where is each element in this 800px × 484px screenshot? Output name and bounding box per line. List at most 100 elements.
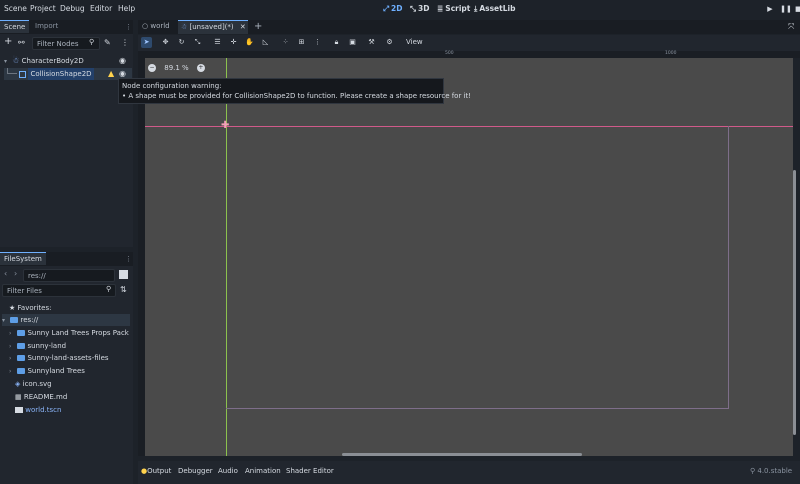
canvas-toolbar: ➤ ✥ ↻ ⤡ ☰ ✛ ✋ ◺ ⁘ ⊞ ⋮ 🔒︎ ▣ ⚒ ⚙ View bbox=[138, 35, 800, 51]
file-row[interactable]: ▦ README.md bbox=[15, 391, 67, 403]
lock-icon[interactable]: 🔒︎ bbox=[331, 37, 342, 48]
canvas-viewport[interactable]: ✚ bbox=[145, 58, 793, 456]
folder-row[interactable]: › sunny-land bbox=[9, 340, 66, 352]
chevron-right-icon: › bbox=[9, 355, 12, 362]
workspace-3d-button[interactable]: ⤡ 3D bbox=[410, 4, 429, 14]
split-view-icon[interactable] bbox=[119, 270, 128, 279]
visibility-eye-icon[interactable]: ◉ bbox=[119, 55, 126, 67]
tab-shader-editor[interactable]: Shader Editor bbox=[286, 467, 334, 475]
tab-filesystem[interactable]: FileSystem bbox=[0, 252, 46, 265]
add-scene-tab-icon[interactable]: + bbox=[254, 21, 262, 32]
tab-scene[interactable]: Scene bbox=[0, 20, 30, 33]
view-menu-button[interactable]: View bbox=[406, 38, 423, 46]
folder-row[interactable]: › Sunny-land-assets-files bbox=[9, 352, 109, 364]
pivot-icon[interactable]: ✛ bbox=[228, 37, 239, 48]
zoom-in-icon[interactable]: + bbox=[196, 64, 205, 72]
distraction-free-icon[interactable]: ⤧ bbox=[788, 22, 794, 32]
folder-icon bbox=[17, 330, 26, 336]
folder-row[interactable]: › Sunnyland Trees bbox=[9, 365, 85, 377]
vertical-scrollbar[interactable] bbox=[793, 170, 796, 435]
script-icon: ≣ bbox=[437, 4, 444, 13]
file-row[interactable]: ◈ icon.svg bbox=[15, 378, 52, 390]
workspace-script-button[interactable]: ≣ Script bbox=[437, 4, 470, 13]
tooltip-title: Node configuration warning: bbox=[122, 82, 222, 90]
forward-arrow-icon[interactable]: › bbox=[14, 269, 17, 278]
workspace-2d-button[interactable]: ⤢ 2D bbox=[383, 4, 402, 14]
3d-icon: ⤡ bbox=[410, 4, 416, 13]
assetlib-icon: ⤓ bbox=[474, 4, 478, 13]
scene-menu-icon[interactable]: ⋮ bbox=[121, 38, 129, 47]
bottom-panel-bar: ●Output Debugger Audio Animation Shader … bbox=[138, 461, 800, 484]
camera-override-icon[interactable]: ⚙ bbox=[384, 37, 395, 48]
menu-debug[interactable]: Debug bbox=[60, 4, 85, 13]
move-mode-icon[interactable]: ✥ bbox=[160, 37, 171, 48]
folder-icon bbox=[17, 355, 26, 361]
markdown-file-icon: ▦ bbox=[15, 393, 22, 401]
stop-icon[interactable]: ■ bbox=[795, 3, 800, 15]
scale-mode-icon[interactable]: ⤡ bbox=[192, 37, 203, 48]
tooltip-message: • A shape must be provided for Collision… bbox=[122, 92, 472, 100]
add-node-icon[interactable]: + bbox=[4, 37, 12, 47]
back-arrow-icon[interactable]: ‹ bbox=[4, 269, 7, 278]
origin-cross-icon: ✚ bbox=[221, 120, 230, 131]
list-select-icon[interactable]: ☰ bbox=[212, 37, 223, 48]
warning-icon[interactable]: ▲ bbox=[108, 68, 114, 80]
tab-audio[interactable]: Audio bbox=[218, 467, 238, 475]
filesystem-tabbar: FileSystem ⋮ bbox=[0, 252, 133, 266]
tree-connector bbox=[7, 68, 17, 74]
menu-project[interactable]: Project bbox=[30, 4, 56, 13]
search-icon: ⚲ bbox=[89, 38, 95, 46]
rotate-mode-icon[interactable]: ↻ bbox=[176, 37, 187, 48]
group-icon[interactable]: ▣ bbox=[347, 37, 358, 48]
scene-dock-tabbar: Scene Import ⋮ bbox=[0, 20, 133, 34]
menu-editor[interactable]: Editor bbox=[90, 4, 112, 13]
zoom-out-icon[interactable]: − bbox=[148, 64, 156, 72]
menu-scene[interactable]: Scene bbox=[4, 4, 27, 13]
res-root-row[interactable]: ▾ res:// bbox=[2, 314, 130, 326]
tab-animation[interactable]: Animation bbox=[245, 467, 281, 475]
pause-icon[interactable]: ❚❚ bbox=[780, 3, 792, 15]
grid-snap-icon[interactable]: ⊞ bbox=[296, 37, 307, 48]
close-icon[interactable]: ✕ bbox=[240, 23, 246, 31]
play-icon[interactable]: ▶ bbox=[764, 3, 776, 15]
sort-icon[interactable]: ⇅ bbox=[120, 285, 127, 294]
menu-help[interactable]: Help bbox=[118, 4, 135, 13]
godot-icon: ⚲ bbox=[750, 467, 756, 475]
favorites-row[interactable]: ★ Favorites: bbox=[9, 302, 52, 314]
character-body-icon: ☃ bbox=[181, 23, 188, 31]
version-label: ⚲ 4.0.stable bbox=[750, 467, 793, 475]
zoom-control: − 89.1 % + bbox=[148, 62, 205, 74]
tree-node-characterbody2d[interactable]: ▾ ☃ CharacterBody2D ◉ bbox=[4, 55, 132, 67]
warning-tooltip: Node configuration warning: • A shape mu… bbox=[118, 78, 472, 104]
menu-bar: Scene Project Debug Editor Help ⤢ 2D ⤡ 3D … bbox=[0, 0, 800, 18]
folder-row[interactable]: › Sunny Land Trees Props Pack bbox=[9, 327, 129, 339]
tab-debugger[interactable]: Debugger bbox=[178, 467, 213, 475]
character-body-icon: ☃ bbox=[12, 56, 20, 65]
filter-files-input[interactable]: Filter Files bbox=[2, 284, 116, 297]
file-row[interactable]: world.tscn bbox=[15, 404, 61, 416]
select-mode-icon[interactable]: ➤ bbox=[141, 37, 152, 48]
zoom-level[interactable]: 89.1 % bbox=[164, 64, 188, 72]
tree-node-collisionshape2d[interactable]: CollisionShape2D ▲ ◉ bbox=[4, 68, 132, 80]
svg-file-icon: ◈ bbox=[15, 380, 21, 388]
scene-tab-unsaved[interactable]: ☃ [unsaved](*) ✕ bbox=[178, 20, 248, 34]
path-field[interactable]: res:// bbox=[23, 269, 115, 282]
script-attach-icon[interactable]: ✎ bbox=[104, 38, 111, 47]
scene-dock: Scene Import ⋮ + ⚯ Filter Nodes ⚲ ✎ ⋮ ▾ … bbox=[0, 20, 133, 247]
ruler-icon[interactable]: ◺ bbox=[260, 37, 271, 48]
workspace-assetlib-button[interactable]: ⤓ AssetLib bbox=[474, 4, 515, 14]
node-circle-icon: ○ bbox=[142, 22, 149, 30]
snap-options-icon[interactable]: ⋮ bbox=[312, 37, 323, 48]
skeleton-bone-icon[interactable]: ⚒ bbox=[366, 37, 377, 48]
horizontal-scrollbar[interactable] bbox=[342, 453, 582, 456]
filesystem-dock: FileSystem ⋮ ‹ › res:// Filter Files ⚲ ⇅… bbox=[0, 252, 133, 484]
tab-import[interactable]: Import bbox=[31, 20, 62, 33]
pan-icon[interactable]: ✋ bbox=[244, 37, 255, 48]
ruler-label: 500 bbox=[445, 51, 454, 56]
link-icon[interactable]: ⚯ bbox=[18, 38, 25, 47]
smart-snap-icon[interactable]: ⁘ bbox=[280, 37, 291, 48]
dock-menu-icon[interactable]: ⋮ bbox=[125, 23, 132, 31]
scene-tab-world[interactable]: ○ world bbox=[142, 22, 170, 34]
dock-menu-icon[interactable]: ⋮ bbox=[125, 255, 132, 263]
tab-output[interactable]: ●Output bbox=[141, 467, 171, 475]
